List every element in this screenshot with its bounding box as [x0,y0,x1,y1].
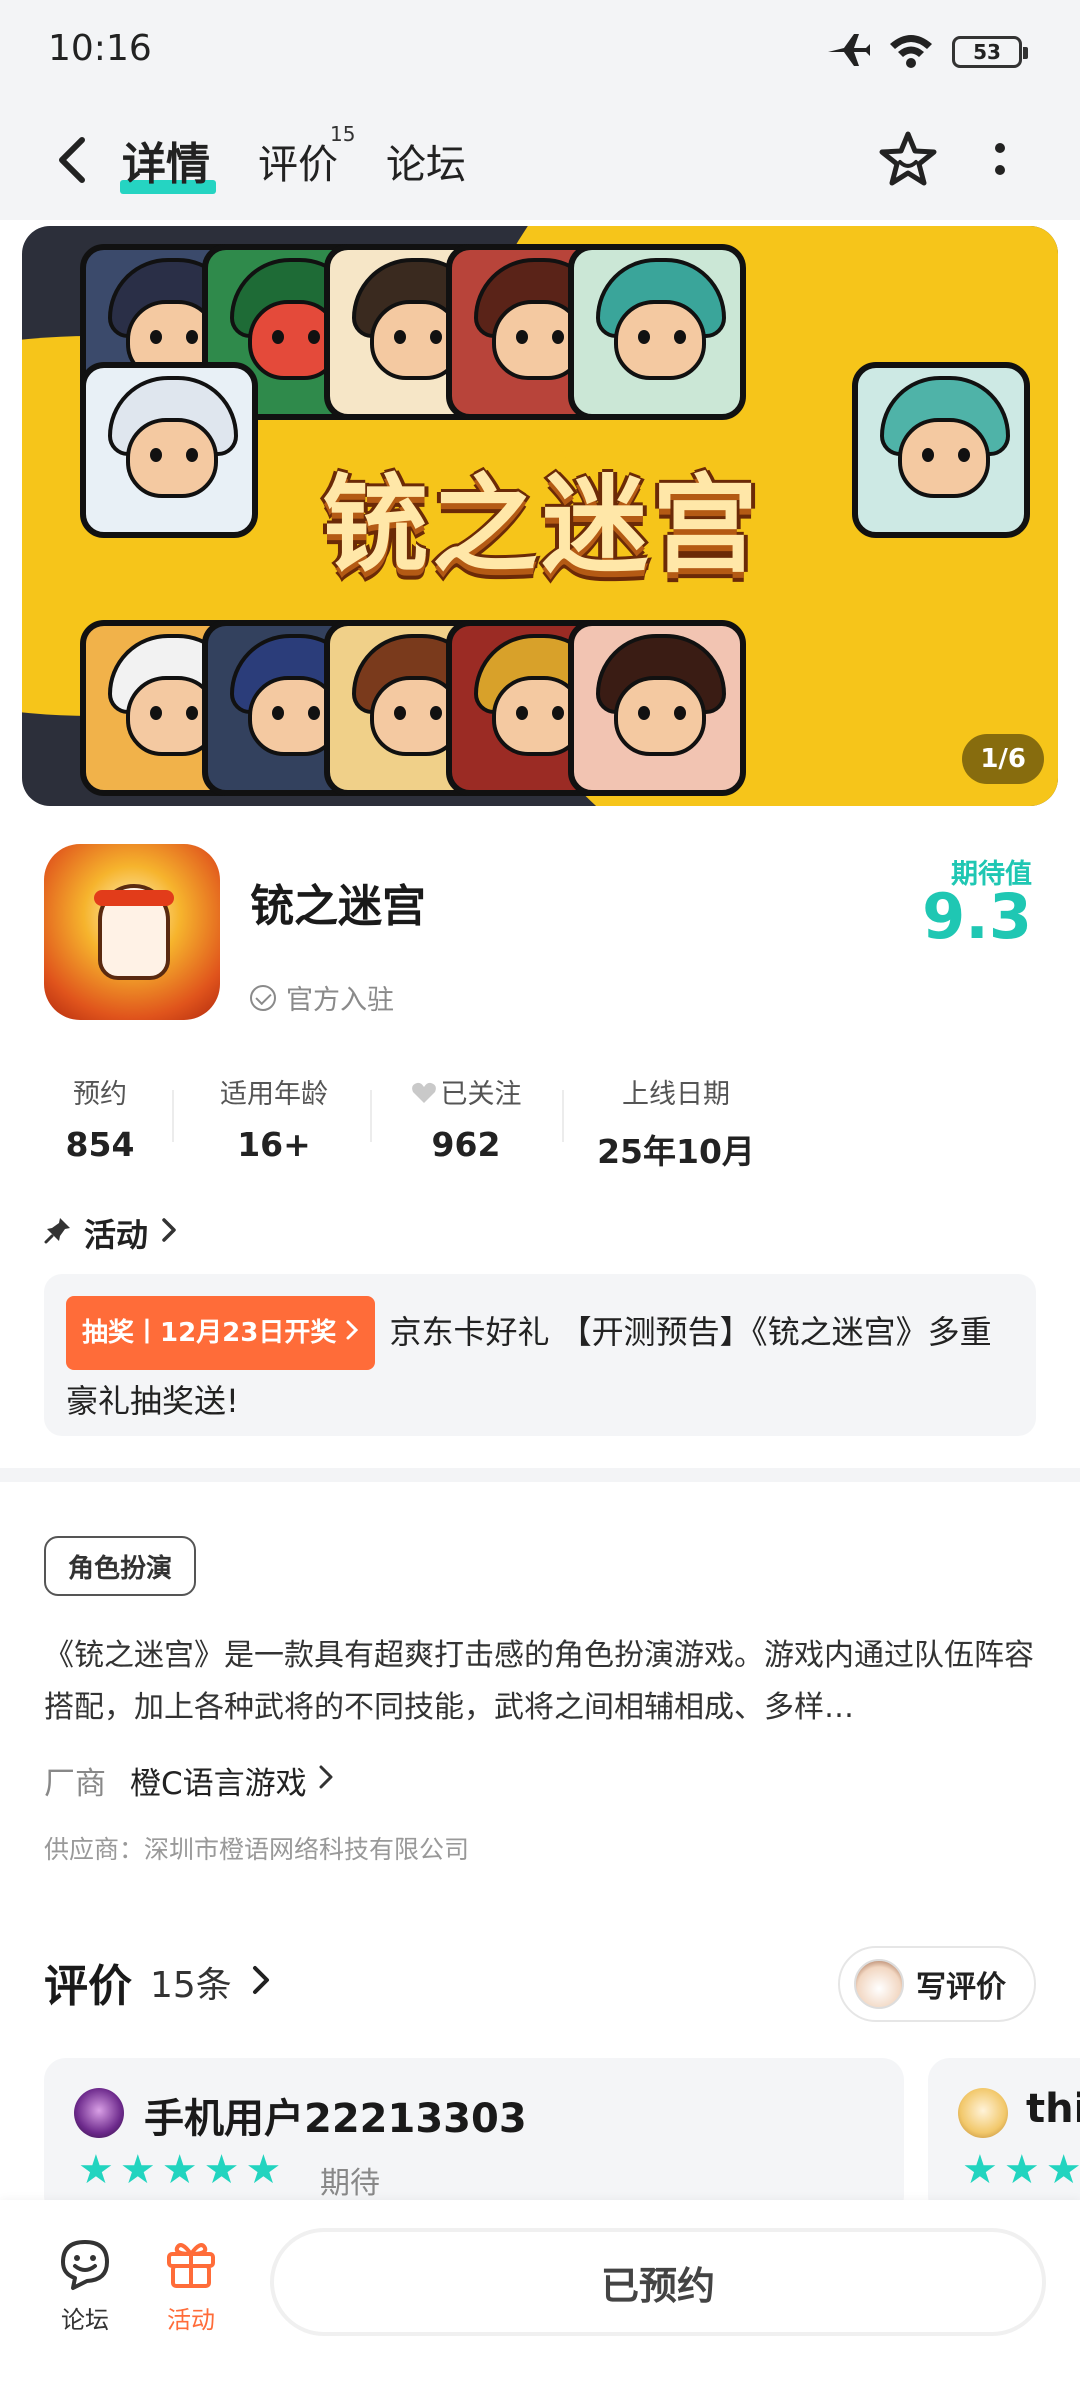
chevron-left-icon [59,137,85,183]
pin-icon [44,1214,72,1252]
star-icon: ★ [245,2147,282,2193]
nav-forum[interactable]: 论坛 [40,2236,130,2335]
divider [562,1090,564,1142]
nav-activity[interactable]: 活动 [146,2236,236,2335]
stat-reservations: 预约 854 [44,1072,156,1164]
tab-reviews[interactable]: 评价 [258,132,338,190]
status-icons: 53 [826,30,1028,74]
star-icon: ★ [1045,2147,1080,2193]
hero-portrait [80,362,258,538]
stat-value: 962 [431,1125,501,1164]
game-banner-carousel[interactable]: 铳之迷宫 1/6 [22,226,1058,806]
reviewer-name: 手机用户22213303 [144,2096,527,2142]
vendor-row[interactable]: 厂商 橙C语言游戏 [44,1758,335,1803]
chevron-right-icon [250,1963,272,2001]
stat-value: 16+ [237,1125,311,1164]
app-title: 铳之迷宫 [250,881,426,932]
section-divider [0,1468,1080,1482]
star-icon: ★ [78,2147,114,2193]
activity-heading-label: 活动 [84,1216,149,1254]
stat-label: 上线日期 [622,1079,730,1110]
divider [172,1090,174,1142]
stat-label: 适用年龄 [220,1079,328,1110]
status-time: 10:16 [48,28,152,69]
chevron-right-icon [317,1763,335,1799]
nav-label: 论坛 [61,2306,109,2334]
rating-stars: ★ ★ ★ [962,2150,1080,2190]
hero-portrait [568,620,746,796]
wifi-icon [888,30,934,74]
stat-age-rating: 适用年龄 16+ [204,1072,344,1164]
reviewer-avatar [958,2088,1008,2138]
nav-label: 活动 [167,2306,215,2334]
reviewer-name: thie [1026,2086,1080,2132]
heart-icon [411,1080,437,1103]
stat-followers[interactable]: 已关注 962 [396,1072,536,1164]
reviews-section-header[interactable]: 评价 15条 [44,1950,272,2014]
review-status: 期待 [320,2166,380,2201]
official-label: 官方入驻 [286,985,394,1016]
chevron-right-icon [160,1214,178,1252]
hero-portrait [568,244,746,420]
star-icon: ★ [161,2147,198,2193]
top-navigation: 详情 评价 15 论坛 [0,100,1080,220]
tab-details[interactable]: 详情 [122,128,210,192]
more-options-button[interactable] [990,140,1010,184]
reviews-title: 评价 [44,1961,132,2012]
star-icon: ★ [1003,2147,1040,2193]
check-circle-icon [250,984,276,1011]
status-bar: 10:16 53 [0,0,1080,100]
user-avatar [854,1959,904,2009]
rating-stars: ★ ★ ★ ★ ★ [78,2150,281,2190]
stat-value: 854 [65,1125,135,1164]
reviews-count: 15条 [150,1965,232,2006]
tab-forum[interactable]: 论坛 [386,132,466,190]
activity-card[interactable]: 抽奖丨12月23日开奖 京东卡好礼 【开测预告】《铳之迷宫》多重豪礼抽奖送! [44,1274,1036,1436]
lottery-tag: 抽奖丨12月23日开奖 [66,1296,376,1370]
write-review-button[interactable]: 写评价 [838,1946,1036,2022]
back-button[interactable] [48,132,96,188]
star-icon: ★ [962,2147,998,2193]
airplane-mode-icon [826,30,870,74]
expectation-score: 9.3 [922,880,1032,953]
official-badge: 官方入驻 [250,978,394,1017]
game-description[interactable]: 《铳之迷宫》是一款具有超爽打击感的角色扮演游戏。游戏内通过队伍阵容搭配，加上各种… [44,1630,1036,1734]
battery-icon: 53 [952,36,1028,68]
reserved-button[interactable]: 已预约 [270,2228,1046,2336]
banner-logo: 铳之迷宫 [322,462,762,587]
vendor-label: 厂商 [44,1766,106,1802]
hero-portrait [852,362,1030,538]
star-icon: ★ [203,2147,240,2193]
forum-icon [57,2236,113,2292]
genre-tag[interactable]: 角色扮演 [44,1536,197,1596]
stat-label: 预约 [73,1079,127,1110]
supplier-info: 供应商：深圳市橙语网络科技有限公司 [44,1835,470,1864]
star-icon [879,131,937,186]
vendor-name: 橙C语言游戏 [130,1766,307,1802]
review-card[interactable]: 手机用户22213303 ★ ★ ★ ★ ★ 期待 [44,2058,904,2218]
chevron-right-icon [346,1320,359,1340]
app-icon [44,844,220,1020]
banner-page-counter: 1/6 [962,734,1044,784]
divider [370,1090,372,1142]
stat-release-date: 上线日期 25年10月 [596,1072,756,1173]
gift-icon [163,2236,219,2292]
stat-label: 已关注 [440,1079,522,1110]
star-icon: ★ [119,2147,156,2193]
favorite-button[interactable] [876,128,940,192]
reviews-count-badge: 15 [330,122,356,146]
stat-value: 25年10月 [597,1132,755,1171]
reviewer-avatar [74,2088,124,2138]
review-card[interactable]: thie ★★★ [928,2058,1080,2218]
more-vertical-icon [995,143,1005,175]
activity-section-header[interactable]: 活动 [44,1210,178,1256]
write-review-label: 写评价 [916,1970,1006,2005]
